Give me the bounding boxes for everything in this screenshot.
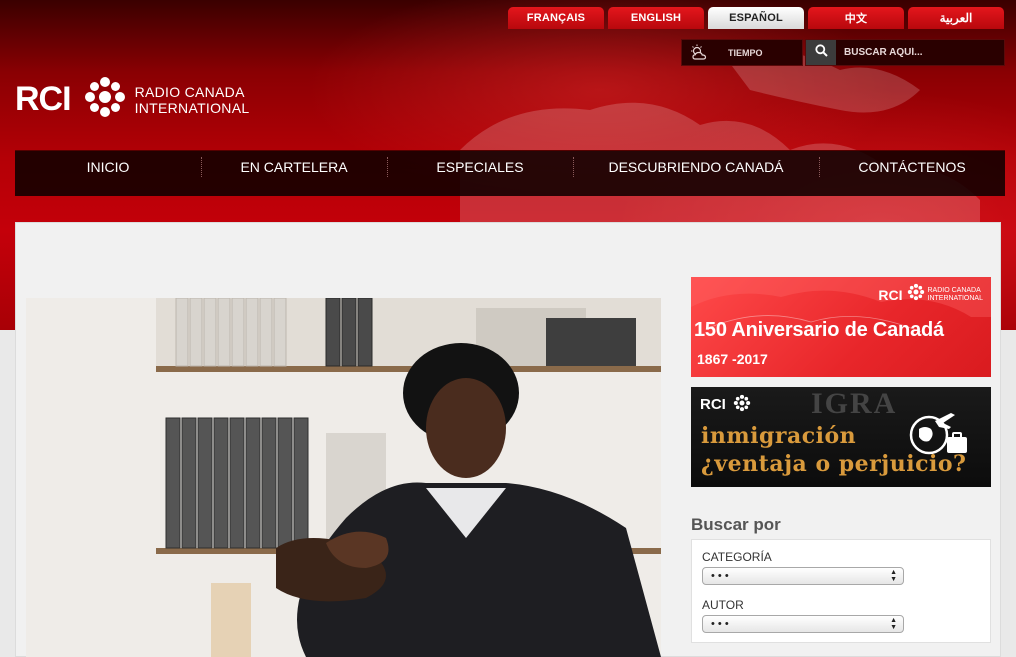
banner-anniv-name-line2: INTERNATIONAL — [927, 294, 984, 302]
language-tabs: FRANÇAIS ENGLISH ESPAÑOL 中文 العربية — [508, 7, 1004, 29]
cbc-gem-icon — [83, 75, 127, 124]
nav-item-especiales[interactable]: ESPECIALES — [387, 151, 573, 196]
banner-anniv-name: RADIO CANADA INTERNATIONAL — [928, 287, 984, 303]
nav-item-inicio[interactable]: INICIO — [15, 151, 201, 196]
logo-name: RADIO CANADA INTERNATIONAL — [135, 84, 250, 116]
nav-item-descubriendo-canada[interactable]: DESCUBRIENDO CANADÁ — [573, 151, 819, 196]
select-arrows-icon: ▲ ▼ — [890, 569, 897, 583]
banner-anniv-name-line1: RADIO CANADA — [927, 286, 981, 294]
featured-photo-illustration — [26, 298, 661, 657]
featured-photo[interactable] — [26, 298, 661, 657]
weather-widget[interactable]: TIEMPO — [681, 39, 803, 66]
nav-item-en-cartelera[interactable]: EN CARTELERA — [201, 151, 387, 196]
globe-plane-luggage-icon — [905, 407, 971, 462]
banner-immi-line1: inmigración — [701, 423, 857, 449]
logo-name-line1: RADIO CANADA — [134, 83, 245, 100]
search-by-panel: CATEGORÍA • • • ▲ ▼ AUTOR • • • ▲ ▼ — [691, 539, 991, 643]
lang-tab-chinese[interactable]: 中文 — [808, 7, 904, 29]
logo-name-line2: INTERNATIONAL — [134, 99, 250, 116]
logo-rci-text: RCI — [15, 80, 72, 118]
lang-tab-espanol[interactable]: ESPAÑOL — [708, 7, 804, 29]
banner-anniv-brand: RCI RADIO CANADA INTERNATIONAL — [878, 283, 983, 306]
weather-label: TIEMPO — [728, 47, 763, 58]
author-label: AUTOR — [702, 598, 744, 612]
banner-immigration[interactable]: IGRA RCI inmigración ¿ventaja o perjuici… — [691, 387, 991, 487]
banner-anniv-rci: RCI — [878, 286, 903, 303]
cbc-gem-icon — [907, 283, 925, 306]
search-button[interactable] — [806, 40, 836, 65]
category-select[interactable]: • • • ▲ ▼ — [702, 567, 904, 585]
banner-immi-rci: RCI — [700, 395, 726, 413]
search-icon — [814, 43, 828, 62]
banner-150-anniversary[interactable]: RCI RADIO CANADA INTERNATIONAL 150 Anive… — [691, 277, 991, 377]
site-search — [805, 39, 1005, 66]
cbc-gem-icon — [733, 394, 751, 416]
nav-item-contactenos[interactable]: CONTÁCTENOS — [819, 151, 1005, 196]
banner-immi-stamp: IGRA — [811, 387, 898, 420]
lang-tab-english[interactable]: ENGLISH — [608, 7, 704, 29]
author-select[interactable]: • • • ▲ ▼ — [702, 615, 904, 633]
banner-anniv-title: 150 Aniversario de Canadá — [694, 319, 944, 341]
select-arrows-icon: ▲ ▼ — [890, 617, 897, 631]
banner-anniv-years: 1867 -2017 — [697, 351, 768, 367]
lang-tab-arabic[interactable]: العربية — [908, 7, 1004, 29]
search-input[interactable] — [836, 40, 1004, 65]
lang-tab-francais[interactable]: FRANÇAIS — [508, 7, 604, 29]
author-select-value: • • • — [711, 618, 729, 630]
cloud-sun-icon — [682, 40, 718, 65]
main-nav: INICIO EN CARTELERA ESPECIALES DESCUBRIE… — [15, 150, 1005, 196]
search-by-title: Buscar por — [691, 515, 781, 534]
category-select-value: • • • — [711, 570, 729, 582]
banner-immi-brand: RCI — [700, 394, 751, 416]
category-label: CATEGORÍA — [702, 550, 772, 564]
rci-logo[interactable]: RCI RADIO CANADA INTERNATIONAL — [15, 75, 249, 124]
nav-item-descubriendo-canada-label: DESCUBRIENDO CANADÁ — [608, 159, 784, 175]
